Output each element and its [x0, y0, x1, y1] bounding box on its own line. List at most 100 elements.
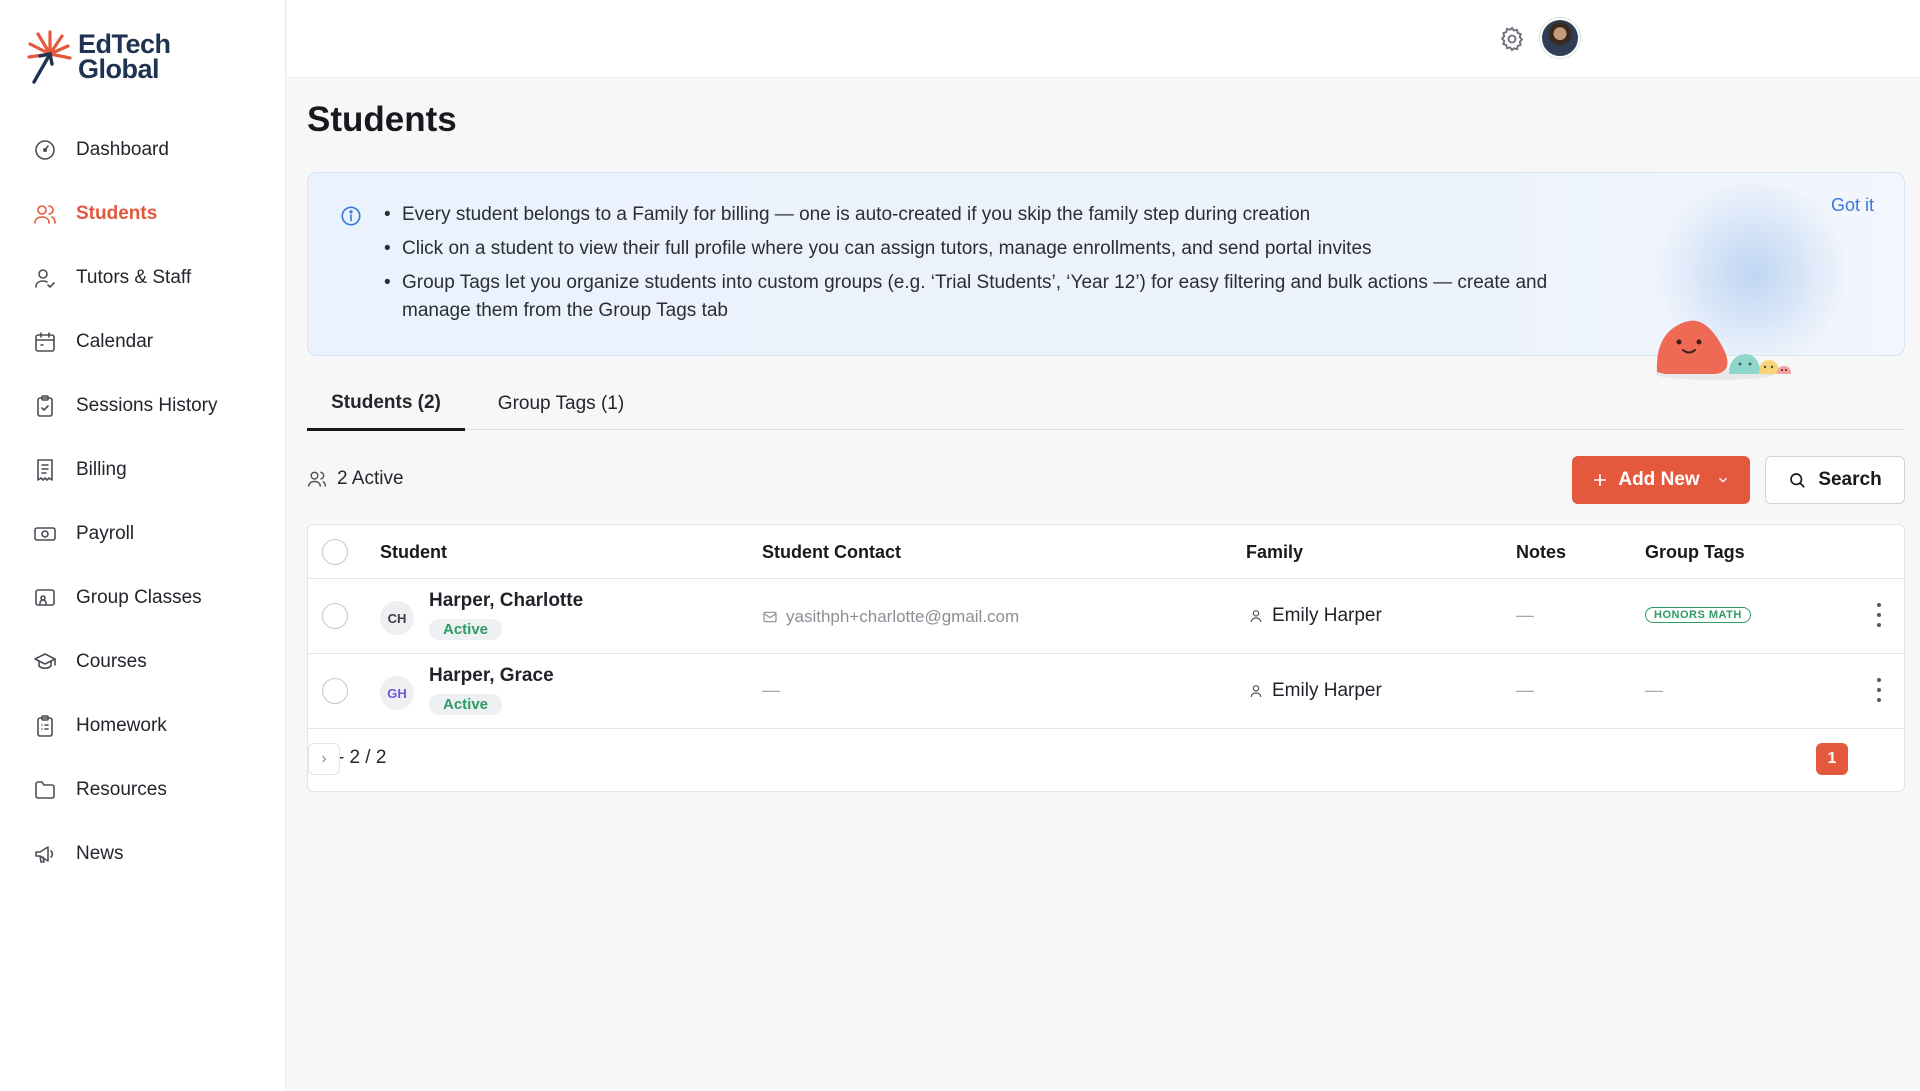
sidebar-item-label: Billing: [76, 459, 127, 480]
users-icon: [32, 201, 58, 227]
sidebar-item-calendar[interactable]: Calendar: [0, 310, 286, 374]
sidebar-item-courses[interactable]: Courses: [0, 630, 286, 694]
chevron-right-icon: [322, 755, 327, 763]
status-badge: Active: [429, 619, 503, 640]
pagination-page-current[interactable]: 1: [1816, 743, 1848, 775]
column-header-contact: Student Contact: [762, 542, 901, 562]
user-avatar[interactable]: [1540, 18, 1580, 58]
avatar-initials: CH: [380, 601, 414, 635]
column-header-family: Family: [1246, 542, 1304, 562]
table-row[interactable]: GH Harper, Grace Active — Emily Harper —…: [308, 654, 1904, 729]
column-header-notes: Notes: [1516, 542, 1567, 562]
sidebar-item-label: Tutors & Staff: [76, 267, 192, 288]
graduation-cap-icon: [32, 649, 58, 675]
logo-starburst-icon: [27, 30, 72, 84]
active-count: 2 Active: [307, 468, 404, 490]
user-check-icon: [32, 265, 58, 291]
sidebar-item-homework[interactable]: Homework: [0, 694, 286, 758]
add-new-label: Add New: [1618, 469, 1700, 490]
student-name[interactable]: Harper, Grace: [429, 665, 554, 687]
tab-students[interactable]: Students (2): [307, 378, 465, 431]
notes-value: —: [1516, 680, 1534, 700]
info-bullet-list: Every student belongs to a Family for bi…: [384, 201, 1554, 331]
select-all-checkbox[interactable]: [322, 539, 348, 565]
chevron-down-icon: [1718, 477, 1727, 483]
gear-icon[interactable]: [1498, 25, 1526, 53]
sidebar: EdTech Global Dashboard Students Tutors …: [0, 0, 286, 1091]
notes-value: —: [1516, 605, 1534, 625]
family-name: Emily Harper: [1272, 605, 1382, 626]
search-label: Search: [1818, 469, 1882, 490]
user-icon: [1250, 685, 1262, 698]
search-icon: [1790, 473, 1805, 488]
status-badge: Active: [429, 694, 503, 715]
family-cell[interactable]: Emily Harper: [1248, 680, 1382, 702]
sidebar-item-label: Dashboard: [76, 139, 169, 160]
column-header-group-tags: Group Tags: [1645, 542, 1745, 562]
users-icon: [307, 471, 327, 487]
sidebar-item-label: Group Classes: [76, 587, 202, 608]
sidebar-item-label: Payroll: [76, 523, 135, 544]
row-more-icon[interactable]: [1876, 603, 1882, 627]
banknote-icon: [32, 521, 58, 547]
tab-bar: Students (2) Group Tags (1): [307, 378, 1905, 431]
students-table: Student Student Contact Family Notes Gro…: [307, 524, 1905, 792]
table-footer: 1 - 2 / 2 1: [308, 729, 1904, 791]
sidebar-item-tutors-staff[interactable]: Tutors & Staff: [0, 246, 286, 310]
info-bullet: Group Tags let you organize students int…: [384, 269, 1554, 325]
table-header: Student Student Contact Family Notes Gro…: [308, 525, 1904, 579]
sidebar-item-sessions-history[interactable]: Sessions History: [0, 374, 286, 438]
top-header: [287, 0, 1920, 78]
got-it-link[interactable]: Got it: [1831, 195, 1874, 216]
sidebar-item-label: Calendar: [76, 331, 154, 352]
add-new-button[interactable]: Add New: [1572, 456, 1750, 504]
table-row[interactable]: CH Harper, Charlotte Active yasithph+cha…: [308, 579, 1904, 654]
row-checkbox[interactable]: [322, 678, 348, 704]
calendar-icon: [32, 329, 58, 355]
folder-icon: [32, 777, 58, 803]
brand-line-2: Global: [78, 54, 160, 84]
sidebar-item-label: Sessions History: [76, 395, 218, 416]
sidebar-item-dashboard[interactable]: Dashboard: [0, 118, 286, 182]
student-contact: —: [762, 680, 780, 700]
brand-logo[interactable]: EdTech Global: [26, 28, 171, 86]
family-cell[interactable]: Emily Harper: [1248, 605, 1382, 627]
column-header-student: Student: [380, 542, 447, 562]
sidebar-item-label: Resources: [76, 779, 167, 800]
clipboard-check-icon: [32, 393, 58, 419]
group-tag-badge: HONORS MATH: [1645, 607, 1751, 623]
avatar-initials: GH: [380, 676, 414, 710]
group-screen-icon: [32, 585, 58, 611]
student-name[interactable]: Harper, Charlotte: [429, 590, 583, 612]
row-checkbox[interactable]: [322, 603, 348, 629]
group-tags-value: —: [1645, 680, 1663, 700]
family-name: Emily Harper: [1272, 680, 1382, 701]
sidebar-item-news[interactable]: News: [0, 822, 286, 886]
sidebar-item-group-classes[interactable]: Group Classes: [0, 566, 286, 630]
clipboard-list-icon: [32, 713, 58, 739]
info-icon: [341, 206, 361, 226]
tab-group-tags[interactable]: Group Tags (1): [475, 378, 647, 430]
sidebar-item-label: Students: [76, 203, 158, 224]
sidebar-nav: Dashboard Students Tutors & Staff Calend…: [0, 118, 286, 886]
sidebar-item-payroll[interactable]: Payroll: [0, 502, 286, 566]
user-icon: [1250, 610, 1262, 623]
sidebar-item-students[interactable]: Students: [0, 182, 286, 246]
sidebar-item-label: Courses: [76, 651, 147, 672]
mascot-blobs-illustration: [1655, 320, 1791, 380]
row-more-icon[interactable]: [1876, 678, 1882, 702]
student-contact: yasithph+charlotte@gmail.com: [762, 607, 1019, 627]
sidebar-item-label: Homework: [76, 715, 167, 736]
mail-icon: [763, 611, 777, 623]
megaphone-icon: [32, 841, 58, 867]
active-count-label: 2 Active: [337, 468, 404, 489]
list-toolbar: 2 Active Add New Search: [307, 456, 1905, 504]
sidebar-item-label: News: [76, 843, 124, 864]
receipt-icon: [32, 457, 58, 483]
pagination-next-button[interactable]: [308, 743, 340, 775]
sidebar-item-billing[interactable]: Billing: [0, 438, 286, 502]
sidebar-item-resources[interactable]: Resources: [0, 758, 286, 822]
search-button[interactable]: Search: [1765, 456, 1905, 504]
contact-email: yasithph+charlotte@gmail.com: [786, 607, 1020, 626]
info-bullet: Click on a student to view their full pr…: [384, 235, 1554, 263]
